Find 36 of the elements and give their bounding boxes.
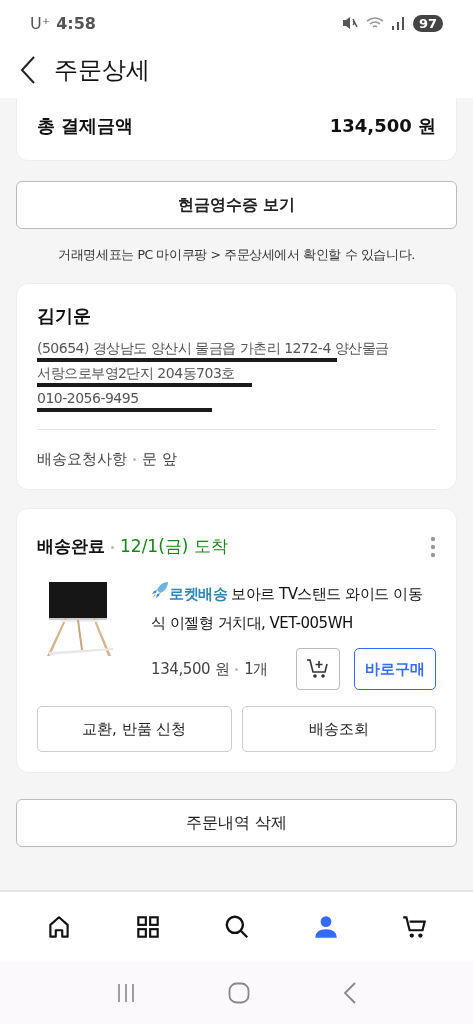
action-button[interactable]: 교환, 반품 신청 xyxy=(37,706,232,752)
home-button-icon[interactable] xyxy=(228,982,251,1004)
cash-receipt-button[interactable]: 현금영수증 보기 xyxy=(16,181,457,229)
address-line: 서랑으로부영2단지 204동703호 xyxy=(37,365,235,381)
delivery-status: 배송완료 xyxy=(37,536,105,556)
total-amount: 134,500 원 xyxy=(329,114,436,138)
price-quantity: 134,500 원 1개 xyxy=(151,659,269,679)
total-label: 총 결제금액 xyxy=(37,114,134,138)
product-title[interactable]: 로켓배송 보아르 TV스탠드 와이드 이동식 이젤형 거치대, VET-005WH xyxy=(151,580,436,638)
arrival-date: 12/1(금) 도착 xyxy=(120,536,228,556)
separator-dot xyxy=(235,667,239,671)
cart-icon xyxy=(400,913,429,941)
rocket-icon xyxy=(151,581,169,599)
recipient-name: 김기운 xyxy=(37,304,92,328)
separator-dot xyxy=(111,546,114,549)
page-title: 주문상세 xyxy=(54,55,150,86)
buy-now-button[interactable]: 바로구매 xyxy=(354,648,436,690)
back-icon[interactable] xyxy=(20,56,36,84)
delete-order-button[interactable]: 주문내역 삭제 xyxy=(16,799,457,847)
recent-apps-icon[interactable] xyxy=(116,983,137,1003)
signal-icon xyxy=(390,16,407,30)
mute-icon xyxy=(340,15,359,31)
add-to-cart-button[interactable] xyxy=(296,648,340,690)
invoice-note: 거래명세표는 PC 마이쿠팡 > 주문상세에서 확인할 수 있습니다. xyxy=(57,247,416,264)
battery-level: 97 xyxy=(412,14,443,32)
request-value: 문 앞 xyxy=(142,450,177,468)
separator-dot xyxy=(133,458,136,461)
carrier-label: U⁺ xyxy=(30,13,51,33)
address-line: (50654) 경상남도 양산시 물금읍 가촌리 1272-4 양산물금 xyxy=(37,340,389,356)
request-label: 배송요청사항 xyxy=(37,450,127,468)
cart-plus-icon xyxy=(306,658,330,680)
action-button[interactable]: 배송조회 xyxy=(241,706,436,752)
address-line: 010-2056-9495 xyxy=(37,390,139,406)
back-nav-icon[interactable] xyxy=(342,982,357,1004)
clock: 4:58 xyxy=(56,13,96,33)
more-icon[interactable] xyxy=(430,535,436,558)
